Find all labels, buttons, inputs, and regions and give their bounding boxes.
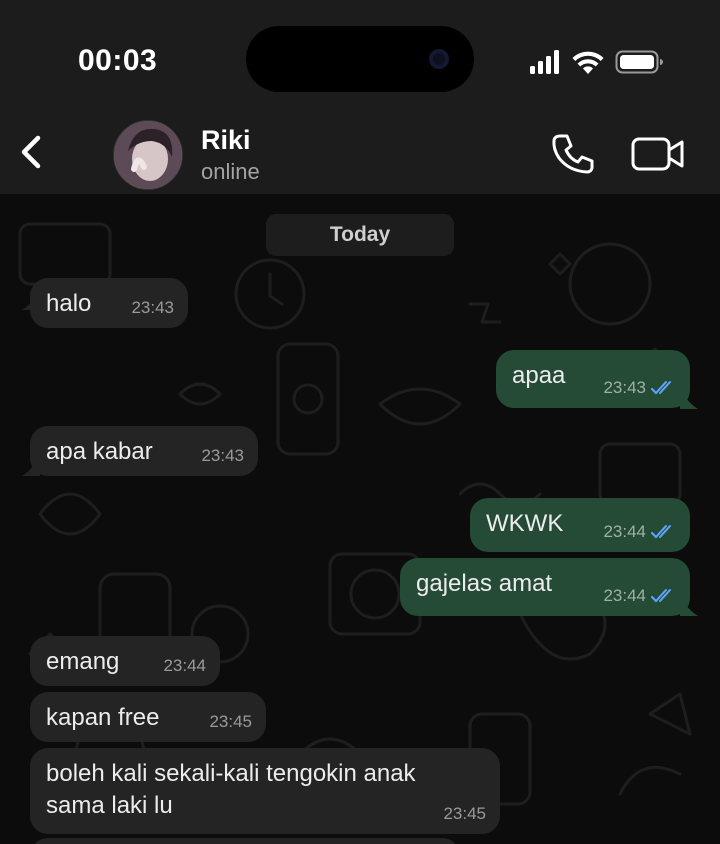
message-time: 23:45 bbox=[209, 712, 252, 731]
message-text: gajelas amat bbox=[416, 570, 553, 597]
dynamic-island bbox=[246, 26, 474, 92]
double-check-icon bbox=[651, 381, 671, 395]
message-text: WKWK bbox=[486, 510, 564, 537]
double-check-icon bbox=[651, 525, 671, 539]
contact-name[interactable]: Riki bbox=[201, 125, 251, 156]
chevron-left-icon[interactable] bbox=[10, 128, 54, 176]
wifi-icon bbox=[572, 51, 604, 74]
message-text: apa kabar bbox=[46, 438, 153, 465]
chat-header bbox=[0, 110, 720, 194]
front-camera-icon bbox=[429, 49, 449, 69]
message-text-line-1: boleh kali sekali-kali tengokin anak bbox=[46, 760, 416, 787]
message-outgoing[interactable]: gajelas amat 23:44 bbox=[400, 558, 690, 616]
message-incoming[interactable]: kapan free 23:45 bbox=[30, 692, 266, 742]
date-separator: Today bbox=[266, 214, 454, 256]
message-incoming-partial[interactable] bbox=[30, 838, 460, 844]
phone-icon[interactable] bbox=[548, 130, 596, 178]
message-time: 23:43 bbox=[201, 446, 244, 465]
message-text: kapan free bbox=[46, 704, 160, 731]
video-camera-icon[interactable] bbox=[630, 134, 686, 174]
message-time: 23:43 bbox=[603, 378, 646, 397]
message-incoming[interactable]: apa kabar 23:43 bbox=[30, 426, 258, 476]
message-time: 23:44 bbox=[603, 586, 646, 605]
message-time: 23:44 bbox=[603, 522, 646, 541]
status-bar: 00:03 bbox=[0, 0, 720, 110]
avatar[interactable] bbox=[113, 120, 183, 190]
system-status-icons bbox=[530, 50, 663, 74]
message-incoming[interactable]: emang 23:44 bbox=[30, 636, 220, 686]
avatar-photo bbox=[114, 121, 182, 189]
message-text-line-2: sama laki lu bbox=[46, 792, 173, 819]
message-incoming[interactable]: boleh kali sekali-kali tengokin anak sam… bbox=[30, 748, 500, 834]
message-time: 23:44 bbox=[163, 656, 206, 675]
status-time: 00:03 bbox=[78, 44, 158, 77]
cellular-signal-icon bbox=[530, 50, 559, 74]
message-text: emang bbox=[46, 648, 120, 675]
message-time: 23:45 bbox=[443, 804, 486, 823]
message-outgoing[interactable]: apaa 23:43 bbox=[496, 350, 690, 408]
battery-icon bbox=[615, 50, 663, 74]
message-text: apaa bbox=[512, 362, 566, 389]
chat-area[interactable]: Today halo 23:43 apaa 23:43 apa kabar 23… bbox=[0, 194, 720, 844]
contact-status: online bbox=[201, 159, 260, 184]
message-outgoing[interactable]: WKWK 23:44 bbox=[470, 498, 690, 552]
message-text: halo bbox=[46, 290, 92, 317]
message-time: 23:43 bbox=[131, 298, 174, 317]
double-check-icon bbox=[651, 589, 671, 603]
message-incoming[interactable]: halo 23:43 bbox=[30, 278, 188, 328]
